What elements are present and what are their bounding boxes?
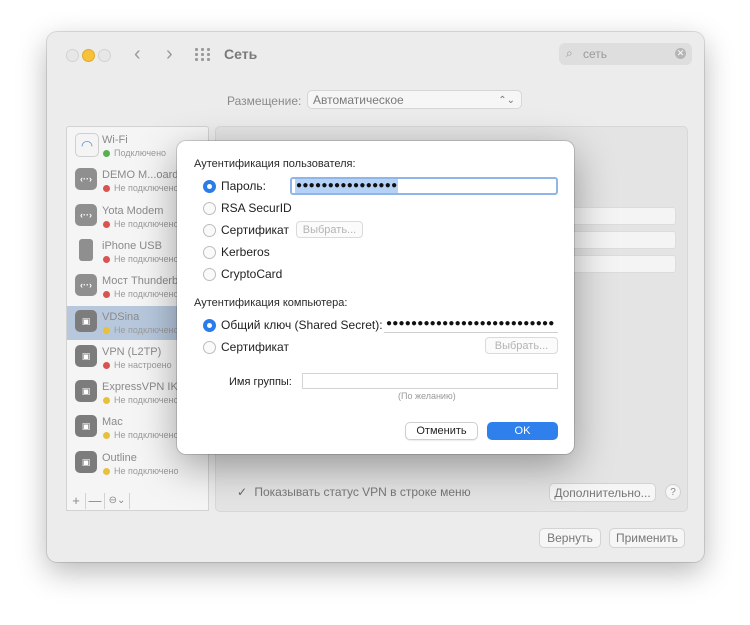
group-name-label: Имя группы: xyxy=(229,376,292,388)
service-name: Outline xyxy=(102,451,137,464)
search-icon: ⌕ xyxy=(566,46,573,60)
ethernet-icon: ‹··› xyxy=(75,168,97,191)
choose-user-certificate-button[interactable]: Выбрать... xyxy=(296,221,363,238)
status-dot-icon xyxy=(103,432,110,440)
status-dot-icon xyxy=(103,467,110,475)
authentication-settings-sheet: Аутентификация пользователя: Пароль: ●●●… xyxy=(177,141,574,454)
forward-icon[interactable]: › xyxy=(166,43,173,65)
radio-user-certificate-label[interactable]: Сертификат xyxy=(221,223,289,237)
checkmark-icon[interactable]: ✓ xyxy=(237,485,251,499)
radio-machine-certificate[interactable] xyxy=(203,341,216,354)
ethernet-icon: ‹··› xyxy=(75,203,97,226)
location-value: Автоматическое xyxy=(313,93,404,107)
radio-rsa-securid-label[interactable]: RSA SecurID xyxy=(221,201,292,215)
iphone-icon xyxy=(79,238,93,261)
radio-user-certificate[interactable] xyxy=(203,224,216,237)
cancel-button[interactable]: Отменить xyxy=(405,422,478,440)
service-name: VDSina xyxy=(102,310,140,323)
wifi-icon: ◠ xyxy=(75,133,99,157)
service-status: Не подключено xyxy=(114,289,179,300)
server-field[interactable] xyxy=(556,231,676,249)
service-list-toolbar: + — ⊖⌄ xyxy=(66,492,209,511)
show-vpn-status-row[interactable]: ✓ Показывать статус VPN в строке меню xyxy=(237,485,471,499)
group-name-input[interactable] xyxy=(302,373,558,389)
lock-icon: ▣ xyxy=(75,380,97,403)
status-dot-icon xyxy=(103,185,110,193)
service-name: VPN (L2TP) xyxy=(102,345,162,358)
radio-cryptocard-label[interactable]: CryptoCard xyxy=(221,267,282,281)
status-dot-icon xyxy=(103,220,110,228)
shared-secret-input[interactable]: ●●●●●●●●●●●●●●●●●●●●●●●●●●● xyxy=(384,317,558,333)
status-dot-icon xyxy=(103,255,110,263)
help-button[interactable]: ? xyxy=(665,484,681,500)
config-select[interactable] xyxy=(556,207,676,225)
password-mask: ●●●●●●●●●●●●●●●● xyxy=(295,179,399,193)
zoom-window-button[interactable] xyxy=(98,49,111,62)
service-status: Не подключено xyxy=(114,324,179,335)
window-title: Сеть xyxy=(224,46,258,62)
service-status: Не подключено xyxy=(114,465,179,476)
radio-kerberos-label[interactable]: Kerberos xyxy=(221,245,270,259)
service-name: Mac xyxy=(102,416,123,429)
status-dot-icon xyxy=(103,361,110,369)
radio-machine-certificate-label[interactable]: Сертификат xyxy=(221,340,289,354)
service-name: iPhone USB xyxy=(102,239,162,252)
lock-icon: ▣ xyxy=(75,450,97,473)
service-status: Не подключено xyxy=(114,253,179,264)
location-select[interactable]: Автоматическое ⌃⌄ xyxy=(307,90,522,109)
service-name: Yota Modem xyxy=(102,204,164,217)
radio-password-label[interactable]: Пароль: xyxy=(221,179,266,193)
service-status: Не настроено xyxy=(114,359,172,370)
status-dot-icon xyxy=(103,326,110,334)
user-auth-heading: Аутентификация пользователя: xyxy=(194,158,356,170)
ethernet-icon: ‹··› xyxy=(75,274,97,297)
service-status: Не подключено xyxy=(114,183,179,194)
service-actions-button[interactable]: ⊖⌄ xyxy=(105,493,130,509)
service-status: Подключено xyxy=(114,148,167,158)
show-all-grid-icon[interactable] xyxy=(195,48,211,62)
radio-cryptocard[interactable] xyxy=(203,268,216,281)
machine-auth-heading: Аутентификация компьютера: xyxy=(194,297,348,309)
lock-icon: ▣ xyxy=(75,344,97,367)
service-status: Не подключено xyxy=(114,430,179,441)
radio-shared-secret-label[interactable]: Общий ключ (Shared Secret): xyxy=(221,318,383,332)
location-label: Размещение: xyxy=(227,94,302,108)
radio-rsa-securid[interactable] xyxy=(203,202,216,215)
radio-password[interactable] xyxy=(203,180,216,193)
ok-button[interactable]: OK xyxy=(487,422,558,440)
revert-button[interactable]: Вернуть xyxy=(539,528,601,548)
account-field[interactable] xyxy=(556,255,676,273)
show-vpn-status-label: Показывать статус VPN в строке меню xyxy=(254,485,471,499)
service-name: Wi-Fi xyxy=(102,134,128,146)
apply-button[interactable]: Применить xyxy=(609,528,685,548)
group-name-hint: (По желанию) xyxy=(398,391,456,401)
password-input[interactable]: ●●●●●●●●●●●●●●●● xyxy=(290,177,558,195)
choose-machine-certificate-button[interactable]: Выбрать... xyxy=(485,337,558,354)
lock-icon: ▣ xyxy=(75,309,97,332)
radio-kerberos[interactable] xyxy=(203,246,216,259)
back-icon[interactable]: ‹ xyxy=(134,43,141,65)
chevron-updown-icon: ⌃⌄ xyxy=(498,95,515,106)
location-row: Размещение: Автоматическое ⌃⌄ xyxy=(227,90,522,109)
minimize-window-button[interactable] xyxy=(82,49,95,62)
status-dot-icon xyxy=(103,150,110,157)
status-dot-icon xyxy=(103,397,110,405)
lock-icon: ▣ xyxy=(75,415,97,438)
titlebar: ‹ › Сеть ⌕ сеть ✕ xyxy=(47,32,704,76)
add-service-button[interactable]: + xyxy=(67,493,86,509)
advanced-button[interactable]: Дополнительно... xyxy=(549,483,656,502)
search-field[interactable]: ⌕ сеть ✕ xyxy=(559,43,692,65)
close-window-button[interactable] xyxy=(66,49,79,62)
service-name: DEMO M...oard xyxy=(102,169,179,182)
search-input[interactable]: сеть xyxy=(583,47,607,61)
radio-shared-secret[interactable] xyxy=(203,319,216,332)
status-dot-icon xyxy=(103,291,110,299)
service-status: Не подключено xyxy=(114,218,179,229)
clear-search-icon[interactable]: ✕ xyxy=(675,48,686,59)
service-status: Не подключено xyxy=(114,395,179,406)
remove-service-button[interactable]: — xyxy=(86,493,105,509)
